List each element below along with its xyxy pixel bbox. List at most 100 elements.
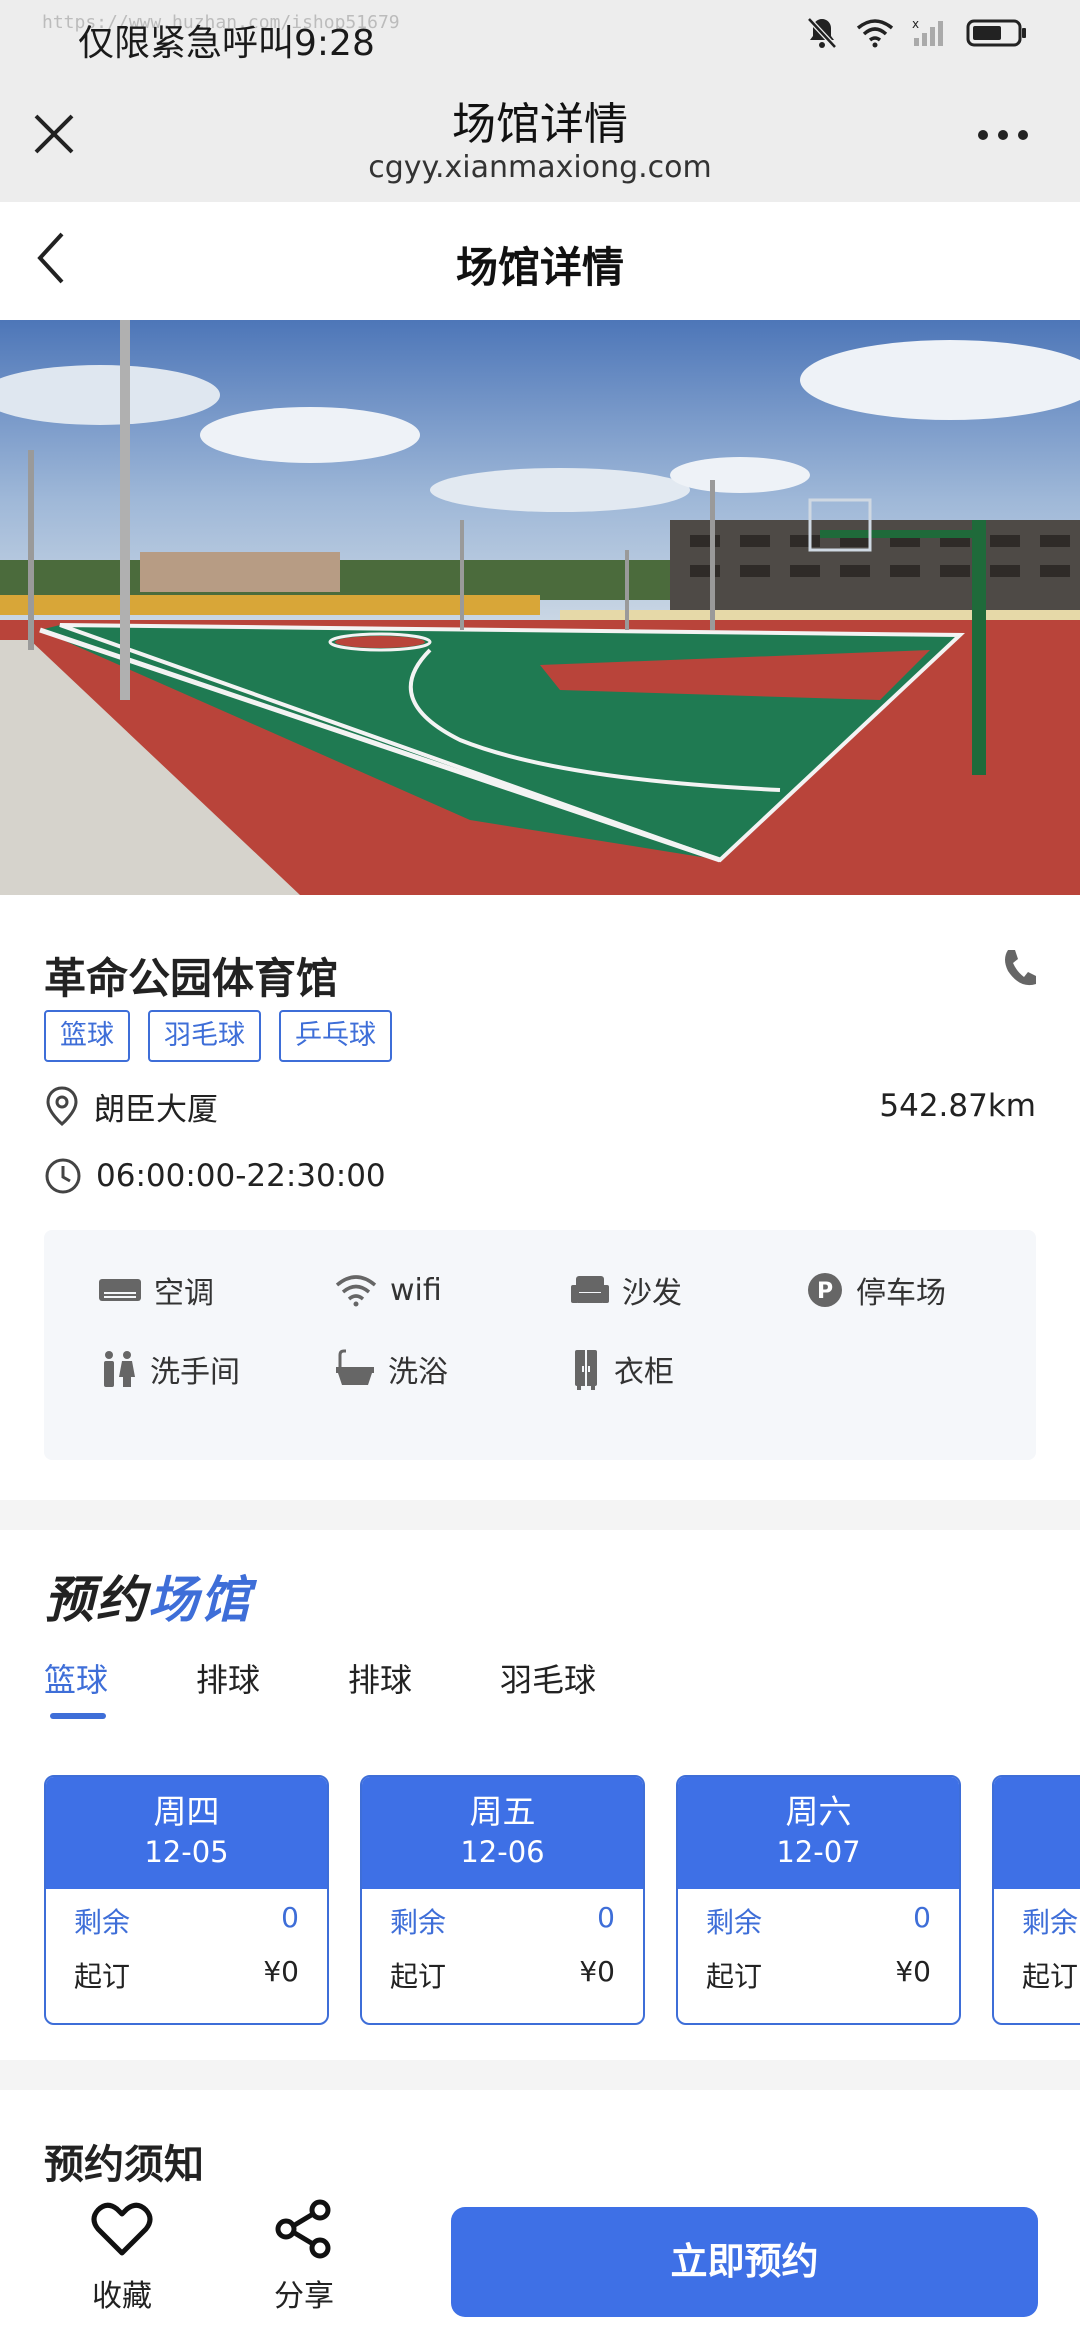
status-icons: x (806, 16, 1028, 50)
clock-icon (45, 1158, 81, 1194)
start-price: ¥0 (263, 1955, 299, 1988)
day-card-header: 周五 12-06 (362, 1777, 643, 1889)
status-left-text: 仅限紧急呼叫9:28 (78, 23, 375, 64)
amenity-label: 空调 (154, 1276, 214, 1311)
address-text: 朗臣大厦 (94, 1091, 218, 1128)
phone-icon[interactable] (1000, 947, 1038, 989)
amenity-parking: P 停车场 (806, 1268, 946, 1312)
start-label: 起订 (706, 1960, 763, 1993)
location-pin-icon (46, 1086, 78, 1126)
hours-text: 06:00:00-22:30:00 (96, 1158, 386, 1194)
day-card-header (994, 1777, 1080, 1889)
day-card[interactable]: 周四 12-05 剩余 0 起订 ¥0 (44, 1775, 329, 2025)
amenity-label: 洗手间 (150, 1355, 240, 1390)
amenity-label: 洗浴 (388, 1355, 448, 1390)
day-card[interactable]: 周六 12-07 剩余 0 起订 ¥0 (676, 1775, 961, 2025)
day-cards: 周四 12-05 剩余 0 起订 ¥0 周五 12-06 剩余 0 起订 ¥0 … (44, 1775, 1080, 2035)
book-now-button[interactable]: 立即预约 (451, 2207, 1038, 2317)
start-price-row: 起订 ¥0 (362, 1943, 643, 1997)
tab-volleyball[interactable]: 排球 (196, 1655, 260, 1715)
remaining-value: 0 (913, 1901, 931, 1934)
day-date: 12-06 (460, 1835, 545, 1869)
amenity-label: 衣柜 (614, 1355, 674, 1390)
action-bar: 收藏 分享 立即预约 (0, 2185, 1080, 2340)
booking-section: 预约场馆 篮球 排球 排球 羽毛球 周四 12-05 剩余 0 起订 ¥0 周五… (0, 1530, 1080, 2060)
battery-icon (966, 19, 1026, 47)
parking-icon: P (808, 1273, 842, 1307)
amenities-panel: 空调 wifi 沙发 P 停车场 洗手间 洗浴 衣柜 (44, 1230, 1036, 1460)
venue-name: 革命公园体育馆 (44, 954, 339, 1003)
svg-text:x: x (912, 18, 919, 31)
hours-row: 06:00:00-22:30:00 (44, 1153, 386, 1199)
venue-photo (0, 320, 1080, 895)
page-title: 场馆详情 (455, 243, 624, 292)
start-price: ¥0 (579, 1955, 615, 1988)
amenity-air-conditioner: 空调 (98, 1268, 214, 1312)
amenity-wifi: wifi (334, 1268, 442, 1312)
amenity-bathing: 洗浴 (334, 1347, 448, 1391)
amenity-label: wifi (390, 1272, 442, 1308)
share-button[interactable]: 分享 (264, 2199, 344, 2315)
remaining-value: 0 (281, 1901, 299, 1934)
air-conditioner-icon (99, 1279, 141, 1301)
signal-icon: x (912, 18, 943, 46)
wifi-icon (335, 1275, 377, 1307)
browser-url: cgyy.xianmaxiong.com (368, 150, 712, 185)
remaining-label: 剩余 (390, 1906, 447, 1939)
favorite-label: 收藏 (92, 2279, 152, 2314)
start-price-row: 起订 ¥0 (46, 1943, 327, 1997)
start-price: ¥0 (895, 1955, 931, 1988)
amenity-sofa: 沙发 (570, 1268, 682, 1312)
remaining-row: 剩余 0 (46, 1889, 327, 1943)
tab-volleyball-2[interactable]: 排球 (348, 1655, 412, 1715)
browser-title: 场馆详情 (452, 99, 628, 150)
remaining-value: 0 (597, 1901, 615, 1934)
start-label: 起订 (390, 1960, 447, 1993)
notice-title: 预约须知 (44, 2142, 204, 2188)
favorite-button[interactable]: 收藏 (82, 2199, 162, 2315)
wardrobe-icon (575, 1350, 597, 1390)
remaining-row: 剩余 0 (362, 1889, 643, 1943)
bell-muted-icon (807, 17, 837, 49)
remaining-row: 剩余 (994, 1889, 1080, 1943)
bathtub-icon (336, 1349, 374, 1385)
tab-badminton[interactable]: 羽毛球 (500, 1655, 596, 1715)
start-label: 起订 (74, 1960, 131, 1993)
sofa-icon (571, 1276, 609, 1303)
day-card-header: 周六 12-07 (678, 1777, 959, 1889)
sport-tabs: 篮球 排球 排球 羽毛球 (44, 1655, 684, 1719)
start-price-row: 起订 (994, 1943, 1080, 1997)
day-card[interactable]: 剩余 起订 (992, 1775, 1080, 2025)
start-price-row: 起订 ¥0 (678, 1943, 959, 1997)
venue-info: 革命公园体育馆 篮球 羽毛球 乒乓球 朗臣大厦 542.87km 06:00:0… (0, 895, 1080, 1500)
start-label: 起订 (1022, 1960, 1079, 1993)
restroom-icon (104, 1351, 135, 1387)
remaining-label: 剩余 (74, 1906, 131, 1939)
svg-text:P: P (817, 1279, 833, 1304)
tab-basketball[interactable]: 篮球 (44, 1655, 108, 1719)
remaining-label: 剩余 (706, 1906, 763, 1939)
browser-bar: 场馆详情 cgyy.xianmaxiong.com (0, 70, 1080, 202)
amenity-restroom: 洗手间 (98, 1347, 240, 1391)
day-card[interactable]: 周五 12-06 剩余 0 起订 ¥0 (360, 1775, 645, 2025)
tag-badminton: 羽毛球 (148, 1010, 261, 1062)
day-date: 12-05 (144, 1835, 229, 1869)
amenity-label: 停车场 (856, 1276, 946, 1311)
booking-heading-part1: 预约 (44, 1571, 148, 1629)
distance-text: 542.87km (879, 1088, 1036, 1124)
address-row[interactable]: 朗臣大厦 542.87km (44, 1083, 1036, 1129)
tag-basketball: 篮球 (44, 1010, 130, 1062)
day-date: 12-07 (776, 1835, 861, 1869)
share-label: 分享 (274, 2279, 334, 2314)
remaining-label: 剩余 (1022, 1906, 1079, 1939)
remaining-row: 剩余 0 (678, 1889, 959, 1943)
more-icon[interactable] (978, 130, 1028, 140)
status-bar: https://www.huzhan.com/ishop51679 仅限紧急呼叫… (0, 0, 1080, 70)
wifi-icon (856, 19, 894, 48)
day-weekday: 周六 (785, 1792, 852, 1831)
amenity-label: 沙发 (622, 1276, 682, 1311)
amenity-wardrobe: 衣柜 (570, 1347, 674, 1391)
day-weekday: 周四 (153, 1792, 220, 1831)
share-icon (275, 2199, 331, 2259)
day-card-header: 周四 12-05 (46, 1777, 327, 1889)
